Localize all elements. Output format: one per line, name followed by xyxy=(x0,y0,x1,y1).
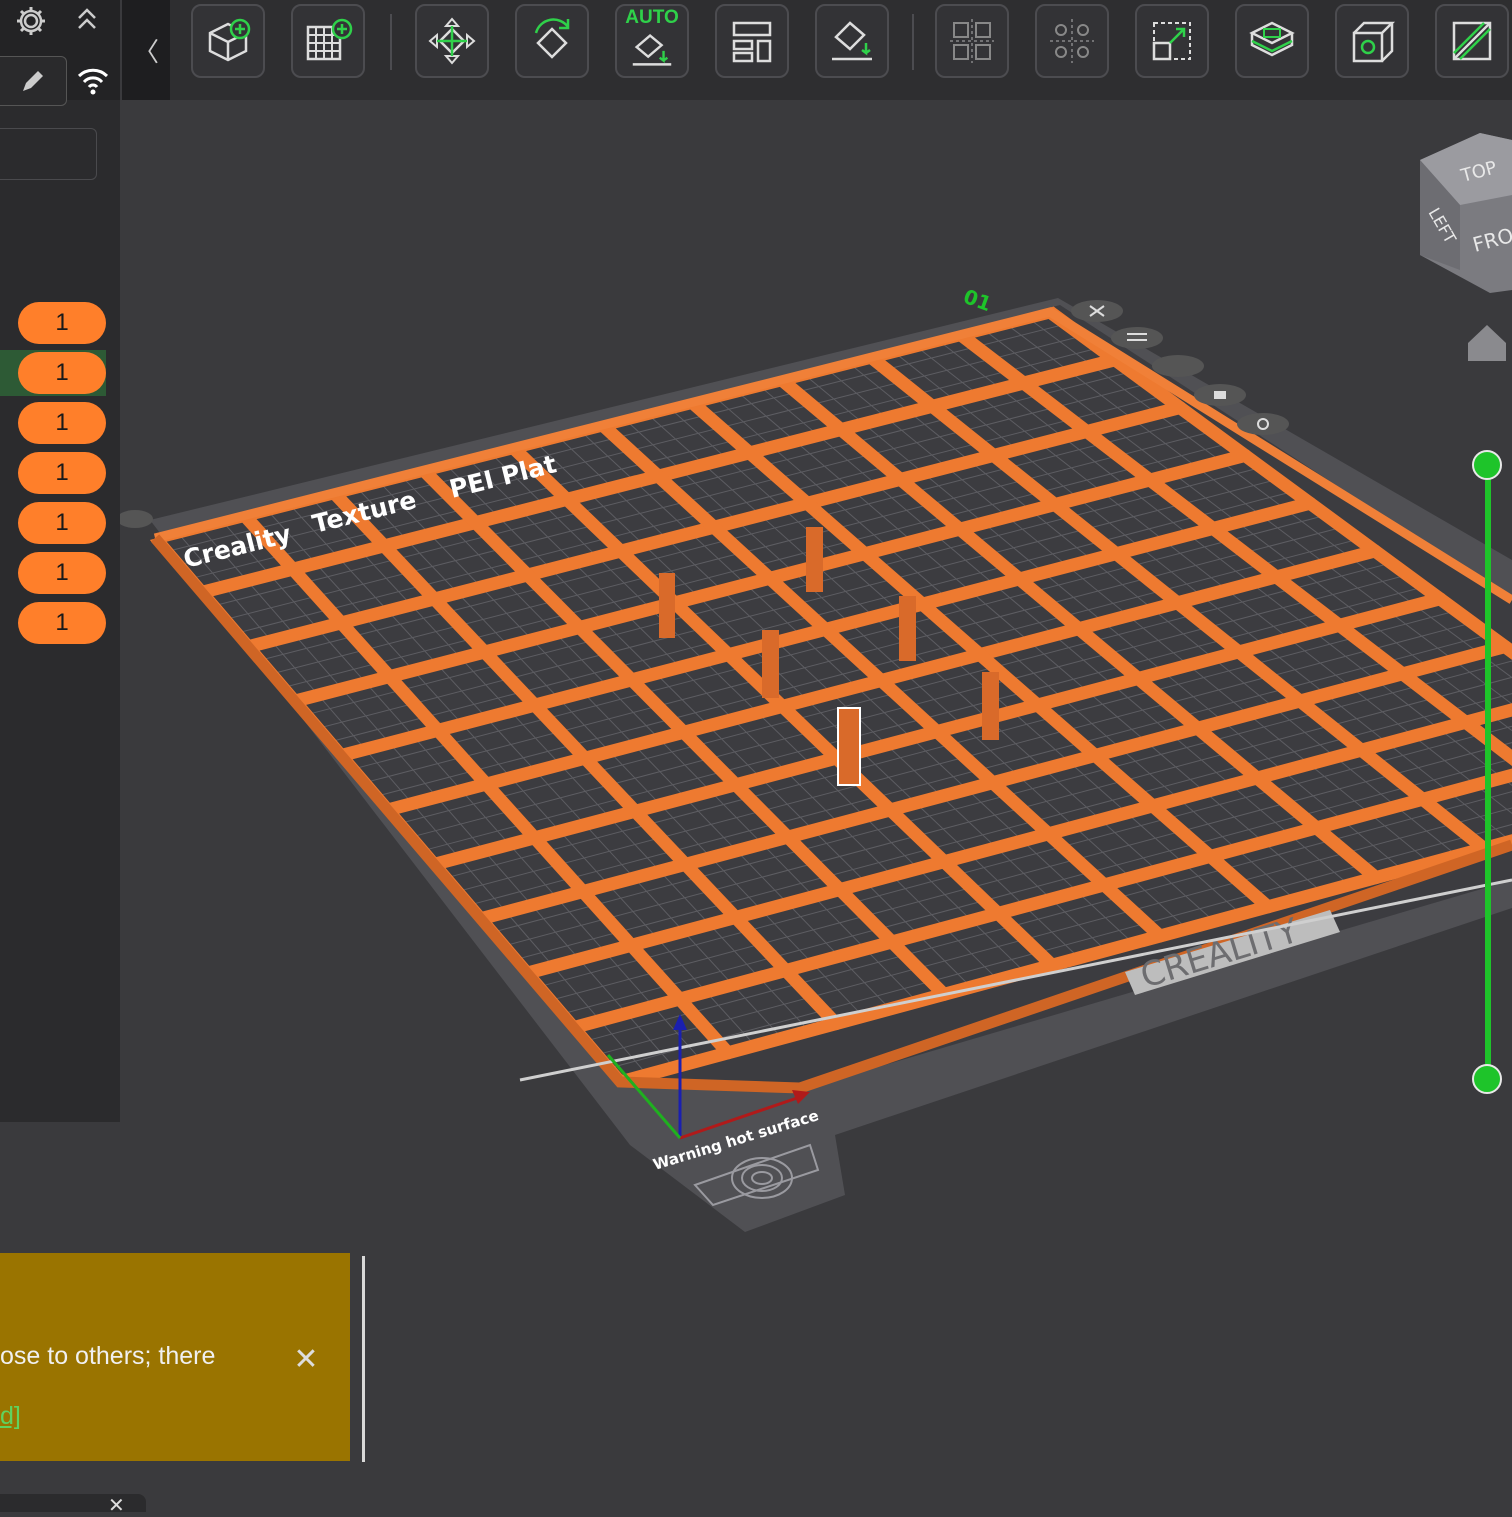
main-toolbar: AUTO xyxy=(170,0,1512,100)
selected-object[interactable] xyxy=(838,708,860,785)
plate-list-item[interactable]: 1 xyxy=(0,400,106,446)
seam-paint-icon xyxy=(1446,15,1498,67)
seam-paint-button[interactable] xyxy=(1435,4,1509,78)
plate-list-item[interactable]: 1 xyxy=(0,450,106,496)
auto-orient-icon xyxy=(526,15,578,67)
auto-label: AUTO xyxy=(625,8,678,28)
cut-icon xyxy=(1346,15,1398,67)
plate-list-item[interactable]: 1 xyxy=(0,500,106,546)
bottom-close-icon[interactable]: ✕ xyxy=(108,1500,125,1512)
split-objects-button[interactable] xyxy=(935,4,1009,78)
edit-button[interactable] xyxy=(0,56,67,106)
lay-on-face-icon xyxy=(826,15,878,67)
add-plate-icon xyxy=(302,15,354,67)
lay-on-face-button[interactable] xyxy=(815,4,889,78)
plate-count-badge: 1 xyxy=(18,602,106,644)
plate-count-badge: 1 xyxy=(18,352,106,394)
collapse-up-icon[interactable] xyxy=(72,0,102,38)
settings-gear-icon[interactable] xyxy=(12,2,50,40)
plate-label-icon xyxy=(120,510,153,528)
arrange-button[interactable] xyxy=(715,4,789,78)
split-parts-button[interactable] xyxy=(1035,4,1109,78)
plate-count-badge: 1 xyxy=(18,452,106,494)
add-plate-button[interactable] xyxy=(291,4,365,78)
cut-button[interactable] xyxy=(1335,4,1409,78)
plate-count-badge: 1 xyxy=(18,502,106,544)
search-input[interactable] xyxy=(0,128,97,180)
plate-list-item[interactable]: 1 xyxy=(0,300,106,346)
plate-list-item[interactable]: 1 xyxy=(0,350,106,396)
fit-scale-button[interactable] xyxy=(1135,4,1209,78)
collapse-sidebar-button[interactable]: 〈 xyxy=(122,0,170,100)
plate-list-item[interactable]: 1 xyxy=(0,600,106,646)
notification-link[interactable]: d] xyxy=(0,1402,21,1431)
fit-scale-icon xyxy=(1146,15,1198,67)
support-paint-button[interactable] xyxy=(1235,4,1309,78)
auto-lay-flat-icon xyxy=(627,28,677,70)
layer-slider-top-handle[interactable] xyxy=(1472,450,1502,480)
rotate-button[interactable] xyxy=(515,4,589,78)
plate-count-badge: 1 xyxy=(18,402,106,444)
pencil-icon xyxy=(18,66,48,96)
split-parts-icon xyxy=(1046,15,1098,67)
add-object-button[interactable] xyxy=(191,4,265,78)
plate-count-badge: 1 xyxy=(18,552,106,594)
add-object-icon xyxy=(202,15,254,67)
notification-scrollbar[interactable] xyxy=(362,1256,365,1462)
layer-slider-track[interactable] xyxy=(1485,470,1491,1078)
home-view-icon[interactable] xyxy=(1468,325,1506,361)
auto-arrange-icon xyxy=(426,15,478,67)
close-icon[interactable]: ✕ xyxy=(292,1346,320,1374)
toolbar-separator xyxy=(912,14,914,70)
move-button[interactable] xyxy=(415,4,489,78)
arrange-layout-icon xyxy=(726,15,778,67)
support-paint-icon xyxy=(1246,15,1298,67)
auto-lay-flat-button[interactable]: AUTO xyxy=(615,4,689,78)
split-objects-icon xyxy=(946,15,998,67)
plate-list-item[interactable]: 1 xyxy=(0,550,106,596)
toolbar-separator xyxy=(390,14,392,70)
layer-slider-bottom-handle[interactable] xyxy=(1472,1064,1502,1094)
view-cube[interactable]: TOP LEFT FRO xyxy=(1420,133,1512,293)
notification-text: ose to others; there xyxy=(0,1342,215,1371)
plate-count-badge: 1 xyxy=(18,302,106,344)
plate-number: 01 xyxy=(960,284,994,316)
wifi-icon[interactable] xyxy=(72,60,114,100)
